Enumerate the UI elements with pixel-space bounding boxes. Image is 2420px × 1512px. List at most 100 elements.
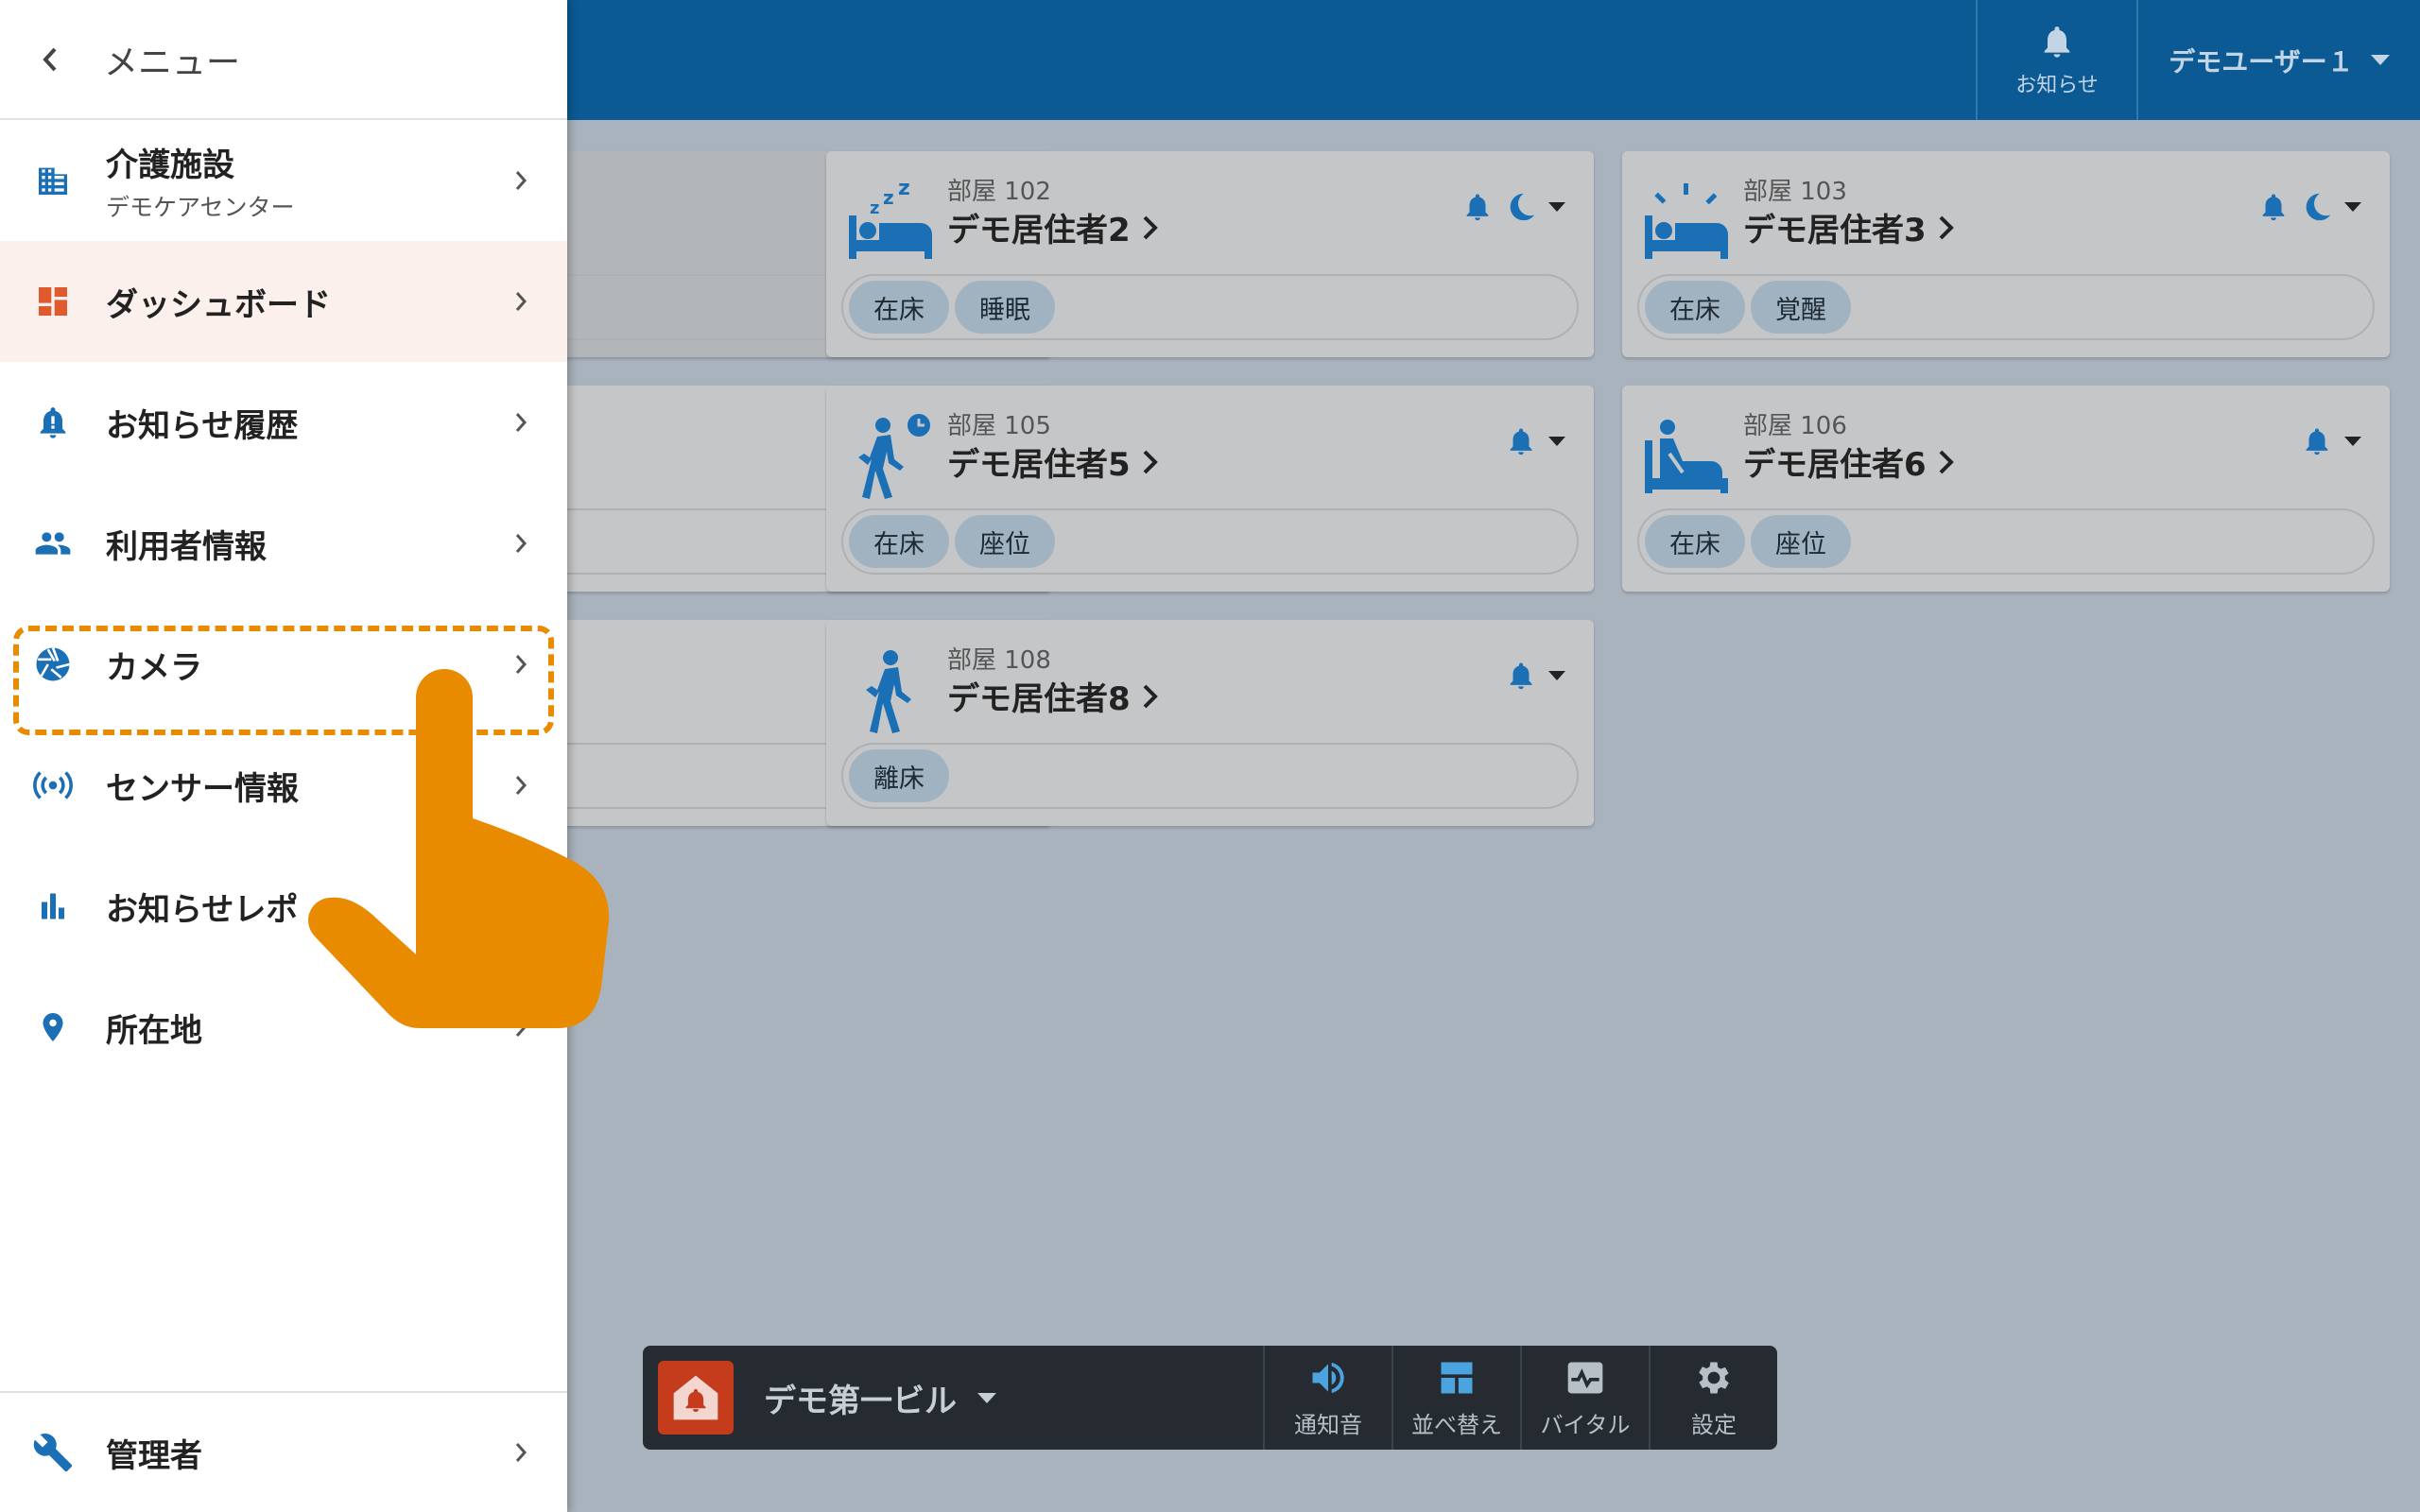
menu-item-facility[interactable]: 介護施設 デモケアセンター [0,120,567,241]
chevron-down-icon[interactable] [1548,671,1565,680]
notification-sound-button[interactable]: 通知音 [1263,1346,1392,1450]
chevron-right-icon [1143,215,1158,239]
menu-item-label: ダッシュボード [106,285,331,324]
status-tags: 在床 座位 [841,508,1579,575]
status-tag: 座位 [1751,515,1851,568]
resident-name: デモ居住者8 [947,680,1131,718]
resident-name: デモ居住者2 [947,212,1131,249]
gear-icon [1699,1362,1729,1393]
people-icon [35,532,71,555]
walk-icon [866,650,911,733]
wrench-icon [33,1434,73,1472]
settings-button[interactable]: 設定 [1649,1346,1777,1450]
resident-name-link[interactable]: デモ居住者8 [947,673,1161,719]
chevron-down-icon [2370,55,2390,65]
chevron-down-icon[interactable] [2344,437,2361,446]
status-tag: 在床 [1645,281,1745,334]
status-tag: 在床 [849,515,949,568]
room-number: 部屋 103 [1743,178,1847,206]
chevron-right-icon [1143,450,1158,473]
moon-icon [2306,193,2331,221]
menu-item-label: 介護施設 [106,146,234,184]
room-number: 部屋 108 [947,646,1051,675]
chevron-right-icon [515,292,527,311]
menu-item-admin[interactable]: 管理者 [0,1391,567,1512]
bell-icon [2262,194,2285,221]
bar-chart-icon [42,893,64,919]
resident-name-link[interactable]: デモ居住者6 [1743,438,1957,485]
bell-icon [1510,662,1532,690]
building-selector[interactable]: デモ第一ビル [764,1346,996,1450]
camera-aperture-icon [36,647,70,681]
vital-icon [1567,1362,1603,1393]
chevron-right-icon [515,1443,527,1462]
layout-icon [1441,1362,1473,1393]
room-number: 部屋 106 [1743,412,1847,440]
speaker-icon [1312,1362,1344,1393]
status-tag: 座位 [955,515,1055,568]
resident-name-link[interactable]: デモ居住者5 [947,438,1161,485]
back-arrow-icon[interactable] [38,43,62,76]
room-number: 部屋 102 [947,178,1051,206]
button-label: 通知音 [1294,1411,1362,1438]
menu-item-notification-history[interactable]: お知らせ履歴 [0,362,567,483]
status-tags: 在床 座位 [1637,508,2375,575]
chevron-right-icon [1143,684,1158,708]
chevron-down-icon[interactable] [1548,202,1565,212]
svg-text:z: z [870,198,879,218]
bed-sleep-icon: z z z [849,178,932,259]
resident-card-103[interactable]: 部屋 103 デモ居住者3 在床 覚醒 [1622,151,2390,357]
resident-name-link[interactable]: デモ居住者2 [947,204,1161,250]
menu-item-label: カメラ [106,648,202,687]
notifications-label: お知らせ [2015,73,2099,97]
bed-sit-icon [1645,420,1728,493]
menu-item-label: 利用者情報 [106,527,267,566]
menu-item-label: センサー情報 [106,769,299,808]
chevron-right-icon [515,171,527,190]
location-pin-icon [43,1013,63,1041]
user-menu[interactable]: デモユーザー１ [2136,0,2420,120]
svg-text:z: z [898,178,910,200]
chevron-right-icon [515,413,527,432]
button-label: バイタル [1540,1411,1631,1438]
status-tag: 在床 [1645,515,1745,568]
vital-button[interactable]: バイタル [1520,1346,1649,1450]
resident-card-102[interactable]: z z z 部屋 102 デモ居住者2 在床 睡眠 [826,151,1594,357]
menu-item-sublabel: デモケアセンター [106,193,295,221]
bell-icon [2044,26,2070,58]
status-tag: 在床 [849,281,949,334]
building-alert-icon [658,1361,734,1435]
bell-alert-icon [40,407,66,438]
status-tags: 離床 [841,743,1579,809]
building-toolbar: デモ第一ビル 通知音 並べ替え バイタル 設定 [643,1346,1777,1450]
menu-item-label: お知らせレポ [106,890,299,929]
notifications-button[interactable]: お知らせ [1976,0,2136,120]
resident-card-106[interactable]: 部屋 106 デモ居住者6 在床 座位 [1622,386,2390,592]
status-tag: 睡眠 [955,281,1055,334]
chevron-down-icon[interactable] [1548,437,1565,446]
sort-button[interactable]: 並べ替え [1392,1346,1520,1450]
resident-name: デモ居住者3 [1743,212,1927,249]
resident-card-105[interactable]: 部屋 105 デモ居住者5 在床 座位 [826,386,1594,592]
chevron-down-icon[interactable] [2344,202,2361,212]
dashboard-icon [39,287,67,316]
resident-name-link[interactable]: デモ居住者3 [1743,204,1957,250]
menu-item-user-info[interactable]: 利用者情報 [0,483,567,604]
resident-card-108[interactable]: 部屋 108 デモ居住者8 離床 [826,620,1594,826]
pointing-hand-icon [308,669,610,1028]
status-tag: 離床 [849,749,949,802]
drawer-header: メニュー [0,0,567,120]
bell-icon [1510,428,1532,455]
menu-item-dashboard[interactable]: ダッシュボード [0,241,567,362]
walk-clock-icon [858,414,930,499]
sensor-icon [33,771,73,799]
building-icon [39,167,67,195]
bell-icon [2306,428,2328,455]
menu-item-label: 所在地 [106,1011,202,1050]
button-label: 設定 [1691,1411,1737,1438]
status-tags: 在床 睡眠 [841,274,1579,340]
resident-name: デモ居住者5 [947,446,1131,484]
chevron-right-icon [1939,215,1954,239]
user-name: デモユーザー１ [2169,45,2354,77]
menu-item-label: 管理者 [106,1436,202,1475]
